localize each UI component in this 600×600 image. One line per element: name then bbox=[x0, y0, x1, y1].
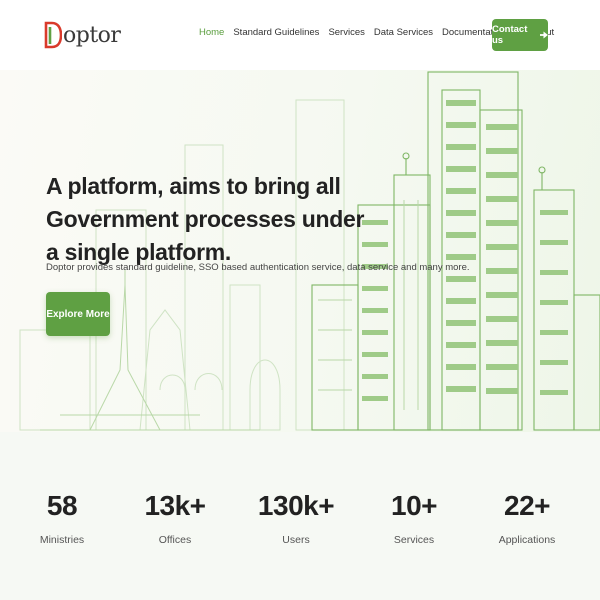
hero-section: A platform, aims to bring all Government… bbox=[0, 70, 600, 432]
nav-item-data-services[interactable]: Data Services bbox=[374, 27, 433, 38]
stat-applications: 22+ Applications bbox=[477, 490, 577, 546]
hero-subtitle: Doptor provides standard guideline, SSO … bbox=[46, 262, 470, 273]
stat-users: 130k+ Users bbox=[246, 490, 346, 546]
stat-ministries: 58 Ministries bbox=[12, 490, 112, 546]
stat-value: 13k+ bbox=[144, 490, 206, 521]
stat-offices: 13k+ Offices bbox=[125, 490, 225, 546]
nav-item-home[interactable]: Home bbox=[199, 27, 224, 38]
stat-label: Offices bbox=[158, 534, 192, 546]
logo-d-mark-icon bbox=[44, 21, 62, 49]
stat-label: Services bbox=[393, 534, 435, 546]
nav-item-services[interactable]: Services bbox=[328, 27, 364, 38]
stat-label: Users bbox=[282, 534, 310, 546]
stat-value: 58 bbox=[46, 490, 78, 521]
stat-value: 10+ bbox=[391, 490, 438, 521]
contact-us-button[interactable]: Contact us bbox=[492, 19, 548, 51]
stat-value: 130k+ bbox=[257, 490, 335, 521]
arrow-right-icon bbox=[540, 31, 548, 39]
stats-section: 58 Ministries 13k+ Offices 130k+ Users 1… bbox=[0, 432, 600, 600]
contact-us-label: Contact us bbox=[492, 24, 528, 46]
stat-services: 10+ Services bbox=[364, 490, 464, 546]
stat-label: Applications bbox=[498, 534, 556, 546]
stat-label: Ministries bbox=[39, 534, 85, 546]
nav-item-standard-guidelines[interactable]: Standard Guidelines bbox=[233, 27, 319, 38]
hero-title: A platform, aims to bring all Government… bbox=[46, 173, 365, 265]
doptor-logo[interactable]: optor bbox=[44, 16, 121, 54]
logo-wordmark: optor bbox=[63, 22, 121, 48]
stat-value: 22+ bbox=[504, 490, 551, 521]
site-header: optor Home Standard Guidelines Services … bbox=[0, 0, 600, 70]
explore-more-button[interactable]: Explore More bbox=[46, 292, 110, 336]
